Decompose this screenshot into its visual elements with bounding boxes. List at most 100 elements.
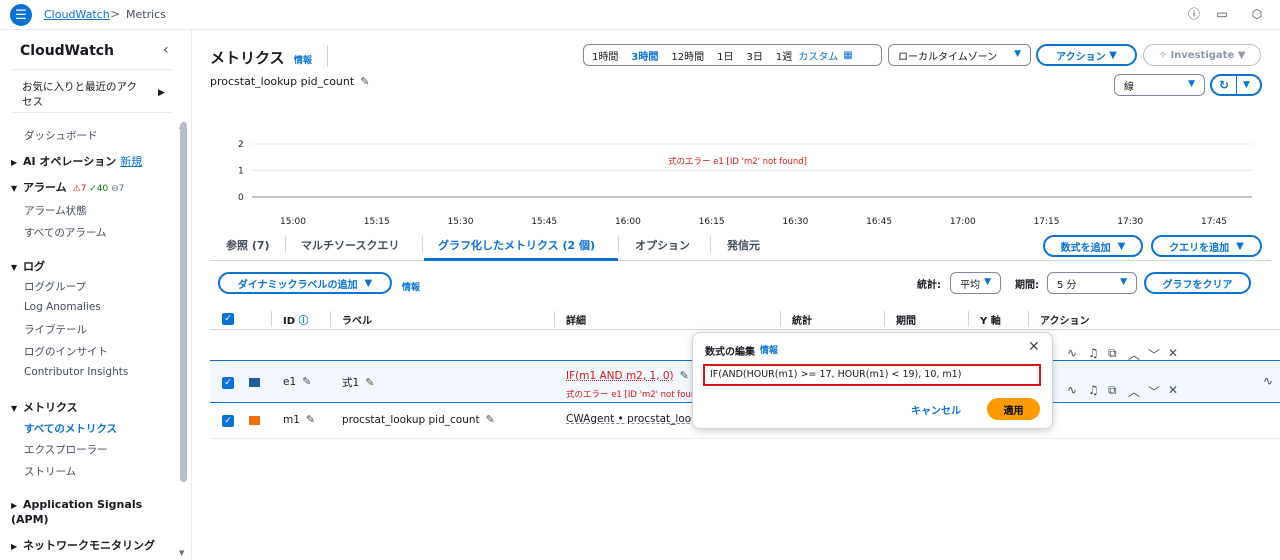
sidebar-section-alarms[interactable]: ▼ アラーム ⚠7 ✓40 ⊖7: [11, 179, 124, 195]
time-option-12h[interactable]: 12時間: [671, 48, 704, 63]
remove-icon[interactable]: ✕: [1168, 346, 1178, 360]
series-color-swatch[interactable]: [249, 416, 260, 425]
graph-icon[interactable]: ∿: [1067, 383, 1077, 397]
column-stat: 統計: [792, 316, 812, 327]
time-option-3d[interactable]: 3日: [746, 48, 762, 63]
sidebar-scrollbar[interactable]: [180, 122, 187, 482]
sidebar-close-icon[interactable]: ‹: [163, 42, 169, 58]
x-tick-label: 16:00: [615, 217, 641, 227]
popover-info-link[interactable]: 情報: [760, 343, 778, 356]
chart-type-select[interactable]: 線 ▼: [1114, 74, 1205, 96]
caret-down-icon: ▼: [1188, 79, 1195, 89]
edit-label-icon[interactable]: ✎: [486, 413, 495, 426]
edit-title-icon[interactable]: ✎: [360, 75, 369, 88]
settings-icon[interactable]: ⬡: [1250, 7, 1264, 21]
sidebar-item-explorer[interactable]: エクスプローラー: [24, 442, 108, 457]
move-up-icon[interactable]: ︿: [1128, 346, 1140, 363]
row-detail-cell: IF(m1 AND m2, 1, 0) ✎: [566, 369, 689, 382]
graph-icon[interactable]: ∿: [1067, 346, 1077, 360]
cancel-button[interactable]: キャンセル: [911, 402, 961, 417]
calendar-icon[interactable]: ▦: [843, 50, 852, 61]
sidebar-section-label: ネットワークモニタリング: [23, 539, 155, 552]
x-tick-label: 15:00: [280, 217, 306, 227]
sidebar-item-log-insights[interactable]: ログのインサイト: [24, 344, 108, 359]
clear-graph-button[interactable]: グラフをクリア: [1144, 272, 1251, 294]
tab-multi-source-query[interactable]: マルチソースクエリ: [301, 237, 399, 253]
folder-icon[interactable]: ▭: [1215, 7, 1229, 21]
menu-icon[interactable]: ☰: [10, 4, 32, 26]
stat-select[interactable]: 平均 ▼: [950, 272, 1001, 294]
move-up-icon[interactable]: ︿: [1128, 383, 1140, 400]
refresh-caret-icon[interactable]: ▼: [1243, 80, 1250, 90]
time-option-1w[interactable]: 1週: [776, 48, 792, 63]
sidebar-favorites[interactable]: お気に入りと最近のアクセス: [22, 80, 142, 110]
move-down-icon[interactable]: ﹀: [1148, 346, 1160, 363]
sidebar-section-metrics[interactable]: ▼ メトリクス: [11, 399, 78, 415]
add-math-button[interactable]: 数式を追加 ▼: [1043, 235, 1143, 257]
title-info-link[interactable]: 情報: [294, 53, 312, 66]
breadcrumb-cloudwatch[interactable]: CloudWatch: [44, 8, 110, 21]
sidebar-section-logs[interactable]: ▼ ログ: [11, 258, 45, 274]
remove-icon[interactable]: ✕: [1168, 383, 1178, 397]
row-checkbox[interactable]: ✓: [222, 415, 234, 427]
sidebar-item-contributor-insights[interactable]: Contributor Insights: [24, 366, 128, 378]
info-icon[interactable]: ⓘ: [1187, 7, 1201, 21]
series-color-swatch[interactable]: [249, 378, 260, 387]
investigate-button[interactable]: ✧ Investigate ▼: [1143, 44, 1261, 66]
refresh-divider: [1236, 76, 1237, 94]
copy-icon[interactable]: ⧉: [1108, 383, 1117, 398]
scroll-down-icon[interactable]: ▼: [179, 549, 184, 557]
copy-icon[interactable]: ⧉: [1108, 346, 1117, 361]
column-id: ID ⓘ: [283, 312, 309, 327]
main-content: メトリクス 情報 procstat_lookup pid_count ✎ 1時間 …: [193, 30, 1280, 560]
graph-icon[interactable]: ∿: [1263, 374, 1273, 388]
edit-label-icon[interactable]: ✎: [365, 376, 374, 389]
sidebar-item-log-anomalies[interactable]: Log Anomalies: [24, 301, 101, 313]
sidebar-item-all-metrics[interactable]: すべてのメトリクス: [24, 421, 117, 436]
top-bar: ☰ CloudWatch > Metrics ⓘ ▭ ⬡: [0, 0, 1280, 30]
sidebar-section-network[interactable]: ▶ ネットワークモニタリング: [11, 537, 155, 553]
edit-id-icon[interactable]: ✎: [302, 375, 311, 388]
bell-icon[interactable]: ♫: [1088, 346, 1099, 360]
favorites-expand-icon[interactable]: ▶: [158, 88, 165, 98]
sidebar-item-log-groups[interactable]: ロググループ: [24, 279, 86, 294]
sidebar-section-application-signals[interactable]: ▶ Application Signals (APM): [11, 498, 161, 527]
move-down-icon[interactable]: ﹀: [1148, 383, 1160, 400]
sidebar-section-ai-ops[interactable]: ▶ AI オペレーション 新規: [11, 153, 142, 169]
select-all-checkbox[interactable]: ✓: [222, 313, 234, 325]
tab-references[interactable]: 参照 (7): [226, 237, 270, 253]
tab-options[interactable]: オプション: [635, 237, 690, 253]
period-select[interactable]: 5 分 ▼: [1047, 272, 1137, 294]
sidebar-item-live-tail[interactable]: ライブテール: [24, 322, 87, 337]
expression-input[interactable]: IF(AND(HOUR(m1) >= 17, HOUR(m1) < 19), 1…: [703, 364, 1041, 386]
toolbar-info-link[interactable]: 情報: [402, 280, 420, 293]
sidebar-item-alarm-state[interactable]: アラーム状態: [24, 203, 87, 218]
time-option-3h[interactable]: 3時間: [631, 48, 658, 63]
tab-source[interactable]: 発信元: [727, 237, 760, 253]
row-detail[interactable]: CWAgent • procstat_lookup: [566, 413, 691, 425]
row-expression[interactable]: IF(m1 AND m2, 1, 0): [566, 370, 674, 382]
column-divider: [330, 311, 331, 327]
id-info-icon[interactable]: ⓘ: [299, 316, 309, 327]
add-query-button[interactable]: クエリを追加 ▼: [1151, 235, 1262, 257]
timezone-select[interactable]: ローカルタイムゾーン ▼: [888, 44, 1031, 66]
close-icon[interactable]: ✕: [1028, 339, 1040, 355]
sidebar-item-all-alarms[interactable]: すべてのアラーム: [24, 225, 107, 240]
time-option-custom[interactable]: カスタム: [798, 48, 838, 63]
edit-expression-icon[interactable]: ✎: [680, 369, 689, 382]
time-option-1d[interactable]: 1日: [717, 48, 733, 63]
sidebar-item-dashboard[interactable]: ダッシュボード: [24, 128, 98, 143]
time-option-1h[interactable]: 1時間: [592, 48, 618, 63]
caret-down-icon: ▼: [1117, 240, 1126, 252]
bell-icon[interactable]: ♫: [1088, 383, 1099, 397]
edit-id-icon[interactable]: ✎: [306, 413, 315, 426]
collapse-icon: ▼: [11, 184, 18, 193]
x-tick-label: 15:45: [531, 217, 557, 227]
row-checkbox[interactable]: ✓: [222, 377, 234, 389]
apply-button[interactable]: 適用: [987, 398, 1040, 420]
sidebar-item-streams[interactable]: ストリーム: [24, 464, 76, 479]
actions-button[interactable]: アクション ▼: [1036, 44, 1137, 66]
column-divider: [1028, 311, 1029, 327]
dynamic-label-button[interactable]: ダイナミックラベルの追加 ▼: [218, 272, 392, 294]
tab-graphed-metrics[interactable]: グラフ化したメトリクス (2 個): [438, 237, 595, 253]
